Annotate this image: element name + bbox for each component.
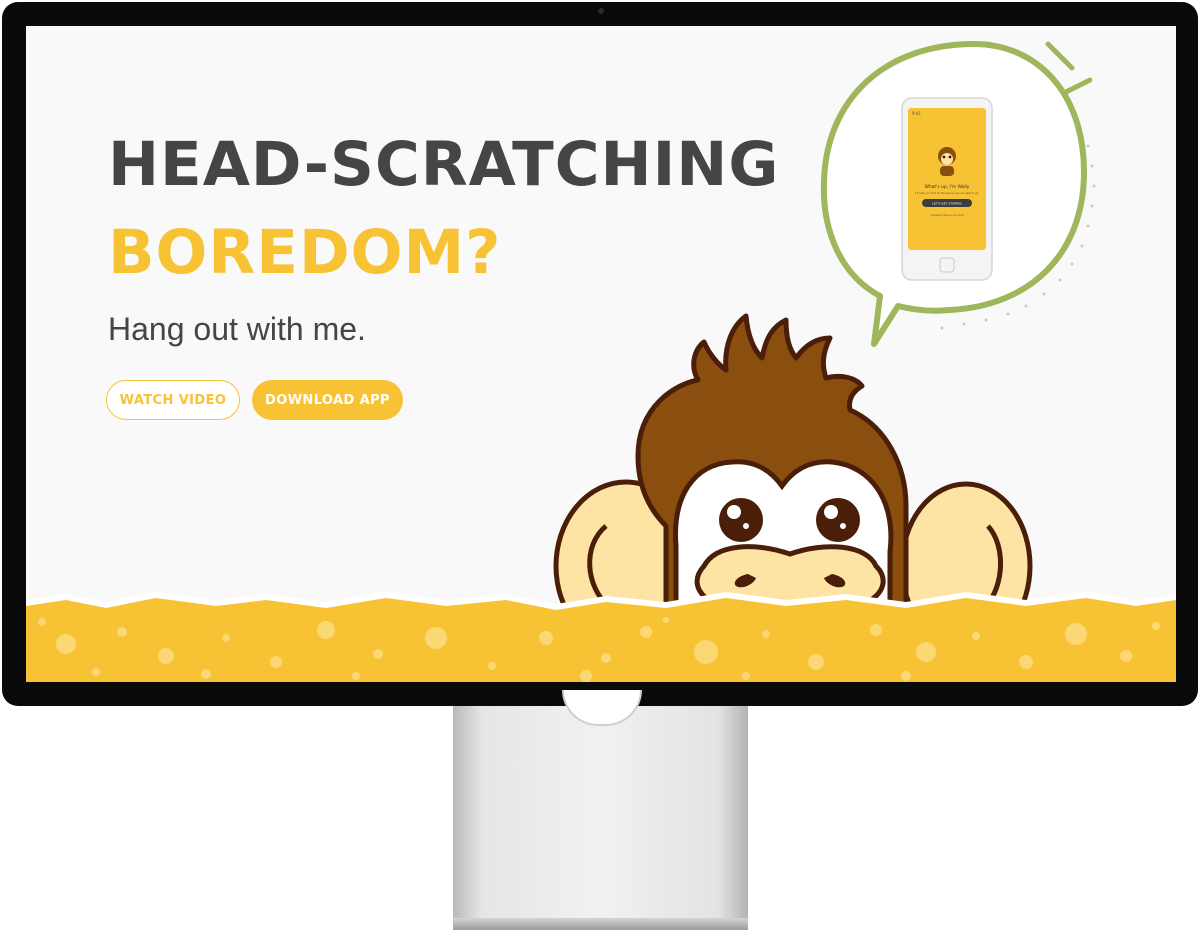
- camera-dot: [598, 8, 604, 14]
- yellow-ground-decoration: [26, 592, 1176, 682]
- monitor-stand: [453, 706, 748, 928]
- monitor-stand-base: [453, 918, 748, 930]
- screen: HEAD-SCRATCHING BOREDOM? Hang out with m…: [26, 26, 1176, 682]
- monitor-frame: HEAD-SCRATCHING BOREDOM? Hang out with m…: [2, 2, 1198, 706]
